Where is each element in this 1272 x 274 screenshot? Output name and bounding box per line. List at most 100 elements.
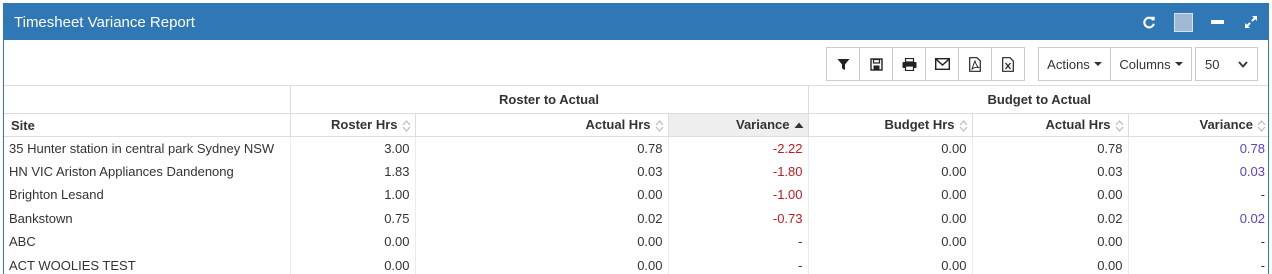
cell-variance: -1.80	[667, 159, 808, 184]
table-row[interactable]: ACT WOOLIES TEST 0.00 0.00 - 0.00 0.00 -	[4, 253, 1268, 274]
cell-variance: -1.00	[667, 183, 808, 207]
cell-actual-hrs: 0.78	[414, 136, 668, 160]
report-panel: Timesheet Variance Report Actions Column…	[3, 3, 1269, 274]
cell-budget-hrs: 0.00	[807, 183, 972, 207]
column-header-label: Roster Hrs	[331, 117, 398, 133]
column-header-label: Site	[11, 117, 35, 133]
cell-site: HN VIC Ariston Appliances Dandenong	[9, 164, 234, 180]
cell-variance: -	[1127, 183, 1268, 207]
cell-variance: -	[667, 230, 808, 254]
column-header-site[interactable]: Site	[4, 113, 290, 137]
column-header-variance[interactable]: Variance	[667, 113, 808, 137]
table-row[interactable]: ABC 0.00 0.00 - 0.00 0.00 -	[4, 230, 1268, 254]
panel-title: Timesheet Variance Report	[14, 13, 195, 31]
cell-roster-hrs: 1.83	[289, 159, 415, 184]
cell-actual-hrs: 0.00	[971, 230, 1128, 254]
column-header-label: Budget Hrs	[884, 117, 955, 133]
column-header-budget-hrs[interactable]: Budget Hrs	[807, 113, 972, 137]
cell-site: 35 Hunter station in central park Sydney…	[9, 140, 275, 156]
cell-actual-hrs: 0.78	[971, 136, 1128, 160]
cell-roster-hrs: 1.00	[289, 183, 415, 207]
sort-icon	[402, 119, 410, 132]
pdf-button[interactable]	[958, 47, 992, 81]
sort-icon	[1115, 119, 1123, 132]
email-button[interactable]	[925, 47, 959, 81]
column-header-roster-hrs[interactable]: Roster Hrs	[289, 113, 415, 137]
cell-site: ACT WOOLIES TEST	[9, 257, 136, 273]
cell-roster-hrs: 0.00	[289, 253, 415, 274]
sort-icon	[959, 119, 967, 132]
print-icon	[902, 57, 916, 71]
cell-budget-hrs: 0.00	[807, 206, 972, 231]
cell-roster-hrs: 3.00	[289, 136, 415, 160]
sort-icon	[655, 119, 663, 132]
email-icon	[934, 58, 950, 70]
column-header-row: Site Roster Hrs Actual Hrs Variance Budg…	[4, 113, 1268, 137]
cell-site: Brighton Lesand	[9, 187, 104, 203]
pdf-icon	[969, 56, 981, 72]
page-size-select[interactable]: 50	[1195, 47, 1258, 81]
cell-variance: 0.78	[1127, 136, 1268, 160]
column-header-label: Variance	[1199, 117, 1254, 133]
cell-roster-hrs: 0.00	[289, 230, 415, 254]
group-header-row: Roster to Actual Budget to Actual	[4, 85, 1268, 114]
caret-down-icon	[1093, 62, 1102, 66]
group-budget-to-actual: Budget to Actual	[807, 85, 1268, 114]
panel-header: Timesheet Variance Report	[4, 4, 1268, 40]
cell-variance: -2.22	[667, 136, 808, 160]
cell-budget-hrs: 0.00	[807, 159, 972, 184]
cell-variance: 0.03	[1127, 159, 1268, 184]
page-size-value: 50	[1205, 56, 1220, 72]
table-row[interactable]: 35 Hunter station in central park Sydney…	[4, 136, 1268, 160]
excel-icon	[1002, 56, 1014, 72]
cell-actual-hrs: 0.03	[414, 159, 668, 184]
cell-site: Bankstown	[9, 210, 73, 226]
column-header-actual-hrs[interactable]: Actual Hrs	[971, 113, 1128, 137]
cell-roster-hrs: 0.75	[289, 206, 415, 231]
excel-button[interactable]	[991, 47, 1025, 81]
cell-budget-hrs: 0.00	[807, 136, 972, 160]
column-header-actual-hrs[interactable]: Actual Hrs	[414, 113, 668, 137]
column-header-label: Actual Hrs	[1045, 117, 1111, 133]
sort-ascending-icon	[794, 122, 803, 128]
cell-actual-hrs: 0.00	[971, 183, 1128, 207]
cell-actual-hrs: 0.02	[971, 206, 1128, 231]
group-roster-to-actual: Roster to Actual	[289, 85, 808, 114]
caret-down-icon	[1174, 62, 1183, 66]
chevron-down-icon	[1238, 61, 1248, 68]
minimize-icon[interactable]	[1200, 4, 1234, 40]
refresh-icon[interactable]	[1132, 4, 1166, 40]
cell-actual-hrs: 0.00	[414, 183, 668, 207]
cell-variance: -	[1127, 253, 1268, 274]
actions-dropdown[interactable]: Actions	[1038, 47, 1111, 81]
cell-actual-hrs: 0.00	[971, 253, 1128, 274]
column-header-label: Variance	[736, 117, 790, 133]
panel-tools	[1132, 4, 1268, 40]
swatch-box	[1173, 12, 1193, 32]
cell-actual-hrs: 0.00	[414, 253, 668, 274]
cell-variance: 0.02	[1127, 206, 1268, 231]
table-row[interactable]: Brighton Lesand 1.00 0.00 -1.00 0.00 0.0…	[4, 183, 1268, 207]
cell-variance: -	[667, 253, 808, 274]
color-swatch[interactable]	[1166, 4, 1200, 40]
actions-label: Actions	[1047, 56, 1090, 72]
cell-variance: -	[1127, 230, 1268, 254]
cell-actual-hrs: 0.00	[414, 230, 668, 254]
cell-actual-hrs: 0.02	[414, 206, 668, 231]
column-header-variance[interactable]: Variance	[1127, 113, 1268, 137]
table-row[interactable]: Bankstown 0.75 0.02 -0.73 0.00 0.02 0.02	[4, 206, 1268, 231]
column-header-label: Actual Hrs	[585, 117, 651, 133]
variance-table: Roster to Actual Budget to Actual Site R…	[4, 85, 1268, 274]
expand-icon[interactable]	[1234, 4, 1268, 40]
print-button[interactable]	[892, 47, 926, 81]
cell-budget-hrs: 0.00	[807, 253, 972, 274]
table-body: 35 Hunter station in central park Sydney…	[4, 136, 1268, 274]
columns-label: Columns	[1119, 56, 1171, 72]
cell-site: ABC	[9, 234, 36, 250]
filter-button[interactable]	[826, 47, 860, 81]
cell-variance: -0.73	[667, 206, 808, 231]
columns-dropdown[interactable]: Columns	[1110, 47, 1192, 81]
table-row[interactable]: HN VIC Ariston Appliances Dandenong 1.83…	[4, 159, 1268, 184]
save-icon	[869, 57, 883, 71]
save-button[interactable]	[859, 47, 893, 81]
